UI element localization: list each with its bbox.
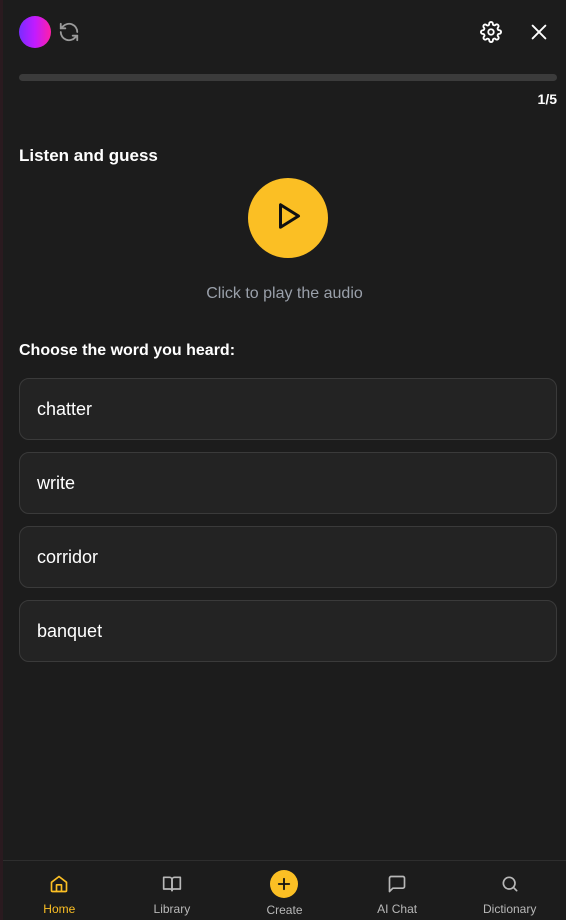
play-icon <box>270 198 306 239</box>
progress-bar <box>19 74 557 81</box>
answer-option[interactable]: write <box>19 452 557 514</box>
nav-item-create[interactable]: Create <box>228 861 341 920</box>
plus-icon <box>270 870 299 898</box>
answer-options: chatter write corridor banquet <box>19 378 557 674</box>
nav-label-create: Create <box>266 903 303 917</box>
nav-item-dictionary[interactable]: Dictionary <box>453 861 566 920</box>
answer-option-label: chatter <box>37 398 93 419</box>
nav-label-dictionary: Dictionary <box>482 902 537 916</box>
nav-item-home[interactable]: Home <box>3 861 116 920</box>
app-window: 1/5 Listen and guess Click to play the a… <box>0 0 566 920</box>
exercise-title: Listen and guess <box>19 146 158 165</box>
play-audio-button[interactable] <box>248 178 328 258</box>
nav-item-ai-chat[interactable]: AI Chat <box>341 861 454 920</box>
question-label: Choose the word you heard: <box>19 342 236 359</box>
play-hint: Click to play the audio <box>206 285 363 302</box>
nav-label-home: Home <box>43 902 76 916</box>
refresh-icon[interactable] <box>58 21 80 43</box>
home-icon <box>49 874 69 897</box>
search-icon <box>500 874 520 897</box>
gear-icon[interactable] <box>480 21 502 43</box>
chat-icon <box>387 874 407 897</box>
progress-count: 1/5 <box>537 91 557 107</box>
nav-label-library: Library <box>153 902 191 916</box>
answer-option[interactable]: corridor <box>19 526 557 588</box>
answer-option-label: banquet <box>37 620 103 641</box>
bottom-nav: Home Library Create AI Chat Dictionary <box>3 860 566 920</box>
book-icon <box>162 874 182 897</box>
nav-label-ai-chat: AI Chat <box>377 902 418 916</box>
answer-option-label: corridor <box>37 546 99 567</box>
answer-option[interactable]: chatter <box>19 378 557 440</box>
close-icon[interactable] <box>528 21 550 43</box>
answer-option[interactable]: banquet <box>19 600 557 662</box>
answer-option-label: write <box>37 472 76 493</box>
header <box>3 0 566 64</box>
nav-item-library[interactable]: Library <box>116 861 229 920</box>
avatar[interactable] <box>19 16 51 48</box>
